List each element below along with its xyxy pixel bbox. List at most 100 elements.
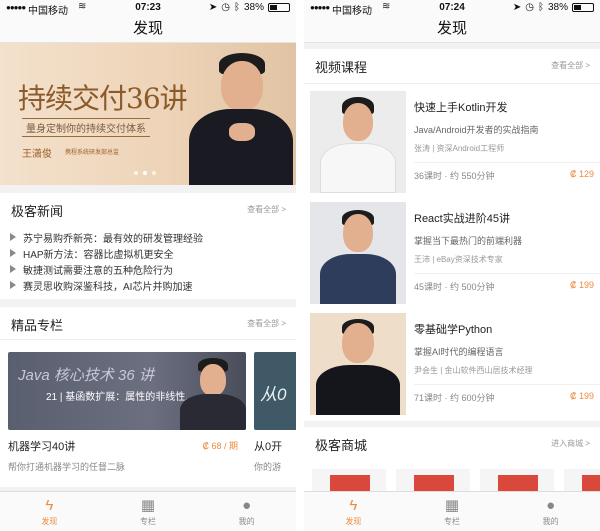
video-course-item[interactable]: 零基础学Python 掌握AI时代的编程语言 尹会生 | 金山软件西山居技术经理… <box>304 308 600 419</box>
video-course-list: 快速上手Kotlin开发 Java/Android开发者的实战指南 张涛 | 资… <box>304 83 600 421</box>
status-bar: ●●●●● 中国移动 ≋ 07:23 ➤ ◷ ᛒ 38% <box>0 0 296 17</box>
news-section-title: 极客新闻 <box>11 204 64 219</box>
play-bullet-icon <box>10 249 16 257</box>
shop-section-header: 极客商城 进入商城 > <box>304 427 600 457</box>
tab-bar: ϟ 发现 ▦ 专栏 ● 我的 <box>0 491 296 531</box>
banner-author-role: 携程系统研发部总监 <box>65 150 120 156</box>
video-course-item[interactable]: React实战进阶45讲 掌握当下最热门的前端利器 王沛 | eBay资深技术专… <box>304 197 600 308</box>
column-cover: 从0 <box>254 352 296 430</box>
course-author: 王沛 | eBay资深技术专家 <box>414 255 503 264</box>
course-price: ₡ 129 <box>569 169 594 179</box>
page-title: 发现 <box>304 16 600 43</box>
course-price: ₡ 199 <box>569 280 594 290</box>
column-author-photo <box>180 356 246 430</box>
tab-discover[interactable]: ϟ 发现 <box>0 492 99 531</box>
shop-section-title: 极客商城 <box>315 438 368 453</box>
shop-enter-link[interactable]: 进入商城 > <box>551 438 590 449</box>
banner-title: 持续交付36讲 <box>18 82 188 115</box>
course-author: 张涛 | 资深Android工程师 <box>414 144 505 153</box>
tab-columns[interactable]: ▦ 专栏 <box>403 492 502 531</box>
columns-view-all-link[interactable]: 查看全部 > <box>247 318 286 329</box>
video-section-title: 视频课程 <box>315 60 368 75</box>
column-cover-subtitle: 21 | 基函数扩展：属性的非线性... <box>46 392 194 403</box>
columns-carousel[interactable]: Java 核心技术 36 讲 21 | 基函数扩展：属性的非线性... 机器学习… <box>0 339 296 487</box>
tab-label: 发现 <box>345 517 362 526</box>
page-title: 发现 <box>0 16 296 43</box>
column-card[interactable]: Java 核心技术 36 讲 21 | 基函数扩展：属性的非线性... 机器学习… <box>8 352 246 473</box>
column-cover-title: 从0 <box>260 385 287 404</box>
course-thumbnail <box>310 202 406 304</box>
tab-label: 专栏 <box>140 517 156 526</box>
column-description: 帮你打通机器学习的任督二脉 <box>8 462 126 472</box>
lightning-icon: ϟ <box>45 497 54 514</box>
news-item[interactable]: 敏捷测试需要注意的五种危险行为 <box>10 261 296 277</box>
lightning-icon: ϟ <box>349 497 358 514</box>
column-card[interactable]: 从0 从0开 你的游 <box>254 352 296 473</box>
tab-label: 发现 <box>41 517 58 526</box>
phone-screen-left: ●●●●● 中国移动 ≋ 07:23 ➤ ◷ ᛒ 38% 发现 持续交付36讲 … <box>0 0 296 531</box>
column-description: 你的游 <box>254 462 282 472</box>
video-course-item[interactable]: 快速上手Kotlin开发 Java/Android开发者的实战指南 张涛 | 资… <box>304 86 600 197</box>
course-description: 掌握当下最热门的前端利器 <box>414 236 523 246</box>
course-price: ₡ 199 <box>569 391 594 401</box>
column-title: 从0开 <box>254 441 283 453</box>
banner-author-photo <box>185 43 296 185</box>
course-meta: 36课时 · 约 550分钟 <box>414 171 495 181</box>
columns-section-header: 精品专栏 查看全部 > <box>0 307 296 339</box>
film-icon: ▦ <box>444 497 460 514</box>
tab-discover[interactable]: ϟ 发现 <box>304 492 403 531</box>
course-title: React实战进阶45讲 <box>414 213 510 225</box>
tab-label: 专栏 <box>444 517 460 526</box>
news-item[interactable]: HAP新方法：容器比虚拟机更安全 <box>10 245 296 261</box>
news-section-header: 极客新闻 查看全部 > <box>0 193 296 225</box>
play-bullet-icon <box>10 265 16 273</box>
bluetooth-icon: ᛒ <box>537 2 544 13</box>
banner-author: 王潇俊 <box>22 149 52 160</box>
user-icon: ● <box>546 497 556 514</box>
news-item[interactable]: 赛灵思收购深鉴科技，AI芯片并购加速 <box>10 277 296 293</box>
course-description: 掌握AI时代的编程语言 <box>414 347 504 357</box>
status-bar: ●●●●● 中国移动 ≋ 07:24 ➤ ◷ ᛒ 38% <box>304 0 600 17</box>
column-price: ₡ 68 / 期 <box>202 441 238 451</box>
tab-profile[interactable]: ● 我的 <box>197 492 296 531</box>
tab-label: 我的 <box>542 517 559 526</box>
battery-icon <box>268 3 290 12</box>
column-cover-title: Java 核心技术 36 讲 <box>18 367 154 384</box>
play-bullet-icon <box>10 233 16 241</box>
course-title: 快速上手Kotlin开发 <box>414 102 508 114</box>
course-meta: 45课时 · 约 500分钟 <box>414 282 495 292</box>
news-view-all-link[interactable]: 查看全部 > <box>247 204 286 215</box>
battery-percent: 38% <box>243 2 264 13</box>
user-icon: ● <box>242 497 252 514</box>
phone-screen-right: ●●●●● 中国移动 ≋ 07:24 ➤ ◷ ᛒ 38% 发现 视频课程 查看全… <box>304 0 600 531</box>
carousel-dots[interactable] <box>134 171 156 175</box>
location-icon: ➤ <box>512 2 522 13</box>
tab-columns[interactable]: ▦ 专栏 <box>99 492 198 531</box>
course-thumbnail <box>310 91 406 193</box>
banner-subtitle: 量身定制你的持续交付体系 <box>22 118 150 137</box>
course-author: 尹会生 | 金山软件西山居技术经理 <box>414 366 533 375</box>
course-description: Java/Android开发者的实战指南 <box>414 125 539 135</box>
battery-percent: 38% <box>547 2 568 13</box>
course-thumbnail <box>310 313 406 415</box>
banner-carousel[interactable]: 持续交付36讲 量身定制你的持续交付体系 王潇俊 携程系统研发部总监 <box>0 43 296 185</box>
alarm-icon: ◷ <box>525 2 534 13</box>
battery-icon <box>572 3 594 12</box>
column-cover: Java 核心技术 36 讲 21 | 基函数扩展：属性的非线性... <box>8 352 246 430</box>
columns-section-title: 精品专栏 <box>11 318 64 333</box>
news-item[interactable]: 苏宁易购乔新亮：最有效的研发管理经验 <box>10 229 296 245</box>
play-bullet-icon <box>10 281 16 289</box>
video-view-all-link[interactable]: 查看全部 > <box>551 60 590 71</box>
tab-label: 我的 <box>238 517 255 526</box>
news-list: 苏宁易购乔新亮：最有效的研发管理经验 HAP新方法：容器比虚拟机更安全 敏捷测试… <box>0 225 296 299</box>
column-title: 机器学习40讲 <box>8 441 76 453</box>
tab-bar: ϟ 发现 ▦ 专栏 ● 我的 <box>304 491 600 531</box>
location-icon: ➤ <box>208 2 218 13</box>
course-title: 零基础学Python <box>414 324 493 336</box>
bluetooth-icon: ᛒ <box>233 2 240 13</box>
course-meta: 71课时 · 约 600分钟 <box>414 393 495 403</box>
tab-profile[interactable]: ● 我的 <box>501 492 600 531</box>
film-icon: ▦ <box>140 497 156 514</box>
video-section-header: 视频课程 查看全部 > <box>304 49 600 83</box>
alarm-icon: ◷ <box>221 2 230 13</box>
